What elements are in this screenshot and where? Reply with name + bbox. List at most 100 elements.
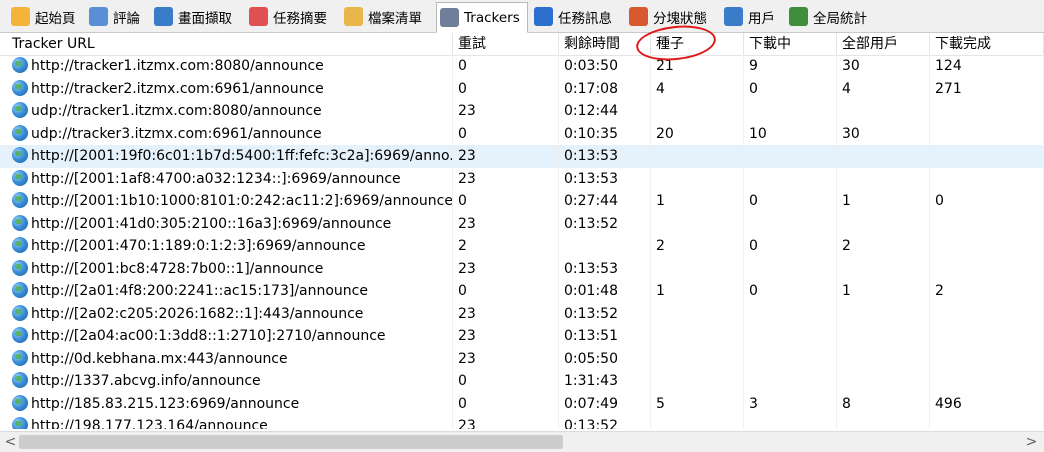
tracker-url-text: http://[2001:19f0:6c01:1b7d:5400:1ff:fef… bbox=[31, 148, 453, 164]
table-row[interactable]: http://tracker2.itzmx.com:6961/announce 0… bbox=[0, 77, 1044, 100]
tab-file-list[interactable]: 檔案清單 bbox=[341, 3, 433, 30]
chevron-left-icon[interactable]: < bbox=[2, 434, 19, 451]
remaining-time-cell: 0:05:50 bbox=[559, 347, 651, 370]
table-row[interactable]: http://[2a04:ac00:1:3dd8::1:2710]:2710/a… bbox=[0, 325, 1044, 348]
retry-cell: 23 bbox=[453, 100, 559, 123]
file-list-icon bbox=[344, 7, 363, 26]
table-row[interactable]: http://[2001:bc8:4728:7b00::1]/announce 2… bbox=[0, 257, 1044, 280]
all-users-cell bbox=[837, 257, 930, 280]
table-row[interactable]: http://[2001:1af8:4700:a032:1234::]:6969… bbox=[0, 167, 1044, 190]
tab-label: 分塊狀態 bbox=[653, 10, 707, 27]
retry-cell: 0 bbox=[453, 280, 559, 303]
tracker-url-cell: http://[2001:1b10:1000:8101:0:242:ac11:2… bbox=[0, 190, 453, 213]
remaining-time-cell: 0:13:52 bbox=[559, 415, 651, 429]
remaining-time-cell: 0:07:49 bbox=[559, 392, 651, 415]
header-all-users[interactable]: 全部用戶 bbox=[837, 33, 930, 55]
tracker-url-text: http://198.177.123.164/announce bbox=[31, 418, 268, 429]
seeds-cell bbox=[651, 212, 744, 235]
tracker-url-text: http://1337.abcvg.info/announce bbox=[31, 373, 261, 389]
tab-trackers[interactable]: Trackers bbox=[436, 2, 528, 33]
retry-cell: 23 bbox=[453, 167, 559, 190]
tab-label: 檔案清單 bbox=[368, 10, 422, 27]
all-users-cell bbox=[837, 325, 930, 348]
all-users-cell bbox=[837, 145, 930, 168]
retry-cell: 0 bbox=[453, 190, 559, 213]
table-row[interactable]: udp://tracker3.itzmx.com:6961/announce 0 0… bbox=[0, 122, 1044, 145]
tab-stats[interactable]: 全局統計 bbox=[786, 3, 878, 30]
globe-icon bbox=[12, 192, 28, 208]
tracker-url-cell: udp://tracker1.itzmx.com:8080/announce bbox=[0, 100, 453, 123]
tab-label: Trackers bbox=[464, 9, 520, 26]
completed-cell: 496 bbox=[930, 392, 1044, 415]
downloading-cell: 10 bbox=[744, 122, 837, 145]
tab-label: 評論 bbox=[113, 10, 140, 27]
table-row[interactable]: http://[2a02:c205:2026:1682::1]:443/anno… bbox=[0, 302, 1044, 325]
seeds-cell bbox=[651, 257, 744, 280]
tracker-url-text: http://[2001:bc8:4728:7b00::1]/announce bbox=[31, 260, 324, 277]
globe-icon bbox=[12, 394, 28, 411]
horizontal-scrollbar[interactable]: < > bbox=[0, 431, 1044, 452]
header-tracker-url[interactable]: Tracker URL bbox=[0, 33, 453, 55]
table-row[interactable]: http://[2001:1b10:1000:8101:0:242:ac11:2… bbox=[0, 190, 1044, 213]
tracker-url-text: http://tracker1.itzmx.com:8080/announce bbox=[31, 58, 324, 74]
header-remaining-time[interactable]: 剩餘時間 bbox=[559, 33, 651, 55]
globe-icon bbox=[12, 57, 28, 73]
header-retry[interactable]: 重試 bbox=[453, 33, 559, 55]
seeds-cell bbox=[651, 415, 744, 429]
retry-cell: 0 bbox=[453, 370, 559, 393]
tracker-url-text: http://[2a04:ac00:1:3dd8::1:2710]:2710/a… bbox=[31, 328, 386, 344]
header-downloading[interactable]: 下載中 bbox=[744, 33, 837, 55]
completed-cell bbox=[930, 122, 1044, 145]
table-row[interactable]: http://tracker1.itzmx.com:8080/announce 0… bbox=[0, 55, 1044, 78]
chevron-right-icon[interactable]: > bbox=[1023, 434, 1040, 451]
tracker-url-text: http://[2a02:c205:2026:1682::1]:443/anno… bbox=[31, 305, 364, 322]
remaining-time-cell: 1:31:43 bbox=[559, 370, 651, 393]
retry-cell: 0 bbox=[453, 122, 559, 145]
completed-cell: 0 bbox=[930, 190, 1044, 213]
header-seeds[interactable]: 種子 bbox=[651, 33, 744, 55]
completed-cell bbox=[930, 100, 1044, 123]
tracker-url-cell: http://1337.abcvg.info/announce bbox=[0, 370, 453, 393]
completed-cell bbox=[930, 212, 1044, 235]
completed-cell bbox=[930, 325, 1044, 348]
table-row[interactable]: http://[2001:19f0:6c01:1b7d:5400:1ff:fef… bbox=[0, 145, 1044, 168]
remaining-time-cell: 0:13:53 bbox=[559, 145, 651, 168]
tab-info[interactable]: 任務訊息 bbox=[531, 3, 623, 30]
table-row[interactable]: http://185.83.215.123:6969/announce 0 0:07… bbox=[0, 392, 1044, 415]
globe-icon bbox=[12, 169, 28, 186]
globe-icon bbox=[12, 417, 28, 429]
retry-cell: 23 bbox=[453, 145, 559, 168]
completed-cell: 124 bbox=[930, 55, 1044, 78]
tab-pie-chart[interactable]: 分塊狀態 bbox=[626, 3, 718, 30]
tab-comment[interactable]: 評論 bbox=[86, 3, 148, 30]
tracker-url-cell: http://[2001:bc8:4728:7b00::1]/announce bbox=[0, 257, 453, 280]
remaining-time-cell: 0:01:48 bbox=[559, 280, 651, 303]
tab-home[interactable]: 起始頁 bbox=[8, 3, 83, 30]
header-completed[interactable]: 下載完成 bbox=[930, 33, 1044, 55]
downloading-cell: 0 bbox=[744, 280, 837, 303]
seeds-cell bbox=[651, 325, 744, 348]
all-users-cell bbox=[837, 347, 930, 370]
tracker-url-cell: udp://tracker3.itzmx.com:6961/announce bbox=[0, 122, 453, 145]
table-row[interactable]: http://1337.abcvg.info/announce 0 1:31:43 bbox=[0, 370, 1044, 393]
downloading-cell bbox=[744, 325, 837, 348]
tracker-url-cell: http://[2001:19f0:6c01:1b7d:5400:1ff:fef… bbox=[0, 145, 453, 168]
scrollbar-thumb[interactable] bbox=[19, 435, 563, 449]
remaining-time-cell: 0:13:52 bbox=[559, 212, 651, 235]
tracker-url-text: udp://tracker3.itzmx.com:6961/announce bbox=[31, 125, 322, 142]
table-row[interactable]: http://[2001:470:1:189:0:1:2:3]:6969/ann… bbox=[0, 235, 1044, 258]
table-row[interactable]: http://[2a01:4f8:200:2241::ac15:173]/ann… bbox=[0, 280, 1044, 303]
tab-checklist[interactable]: 任務摘要 bbox=[246, 3, 338, 30]
tab-user[interactable]: 用戶 bbox=[721, 3, 783, 30]
globe-icon bbox=[12, 304, 28, 321]
table-row[interactable]: http://0d.kebhana.mx:443/announce 23 0:05:… bbox=[0, 347, 1044, 370]
table-row[interactable]: http://198.177.123.164/announce 23 0:13:52 bbox=[0, 415, 1044, 429]
home-icon bbox=[11, 7, 30, 26]
tab-screenshot[interactable]: 畫面擷取 bbox=[151, 3, 243, 30]
tracker-url-cell: http://tracker2.itzmx.com:6961/announce bbox=[0, 77, 453, 100]
trackers-table: Tracker URL 重試 剩餘時間 種子 下載中 全部用戶 下載完成 htt… bbox=[0, 33, 1044, 429]
completed-cell bbox=[930, 235, 1044, 258]
seeds-cell bbox=[651, 302, 744, 325]
table-row[interactable]: http://[2001:41d0:305:2100::16a3]:6969/a… bbox=[0, 212, 1044, 235]
table-row[interactable]: udp://tracker1.itzmx.com:8080/announce 23… bbox=[0, 100, 1044, 123]
